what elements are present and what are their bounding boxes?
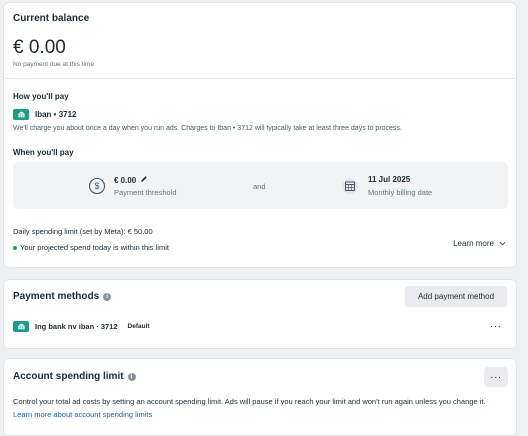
pencil-icon[interactable] <box>140 175 148 185</box>
payment-methods-title-row: Payment methods i <box>13 291 112 302</box>
spending-limit-more-button[interactable]: ··· <box>484 367 508 387</box>
svg-text:$: $ <box>94 181 99 191</box>
when-pay-heading: When you'll pay <box>13 148 74 157</box>
divider <box>4 78 518 79</box>
info-icon[interactable]: i <box>103 292 112 301</box>
bank-icon <box>13 109 29 120</box>
calendar-icon <box>341 177 359 195</box>
payment-methods-card: Payment methods i Add payment method Ing… <box>3 279 517 349</box>
daily-spending-limit: Daily spending limit (set by Meta): € 50… <box>13 227 153 236</box>
charge-description: We'll charge you about once a day when y… <box>13 125 402 132</box>
dollar-circle-icon: $ <box>88 177 106 195</box>
threshold-value: € 0.00 <box>114 175 137 185</box>
chevron-down-icon <box>499 239 506 248</box>
balance-title: Current balance <box>13 13 90 24</box>
spending-limit-card: Account spending limit i ··· Control you… <box>3 358 517 436</box>
spend-status: Your projected spend today is within thi… <box>13 243 169 252</box>
bank-icon <box>13 321 29 332</box>
threshold-label: Payment threshold <box>114 188 177 197</box>
and-connector: and <box>253 182 266 191</box>
billing-date: 11 Jul 2025 <box>368 175 411 184</box>
spending-limit-description: Control your total ad costs by setting a… <box>13 397 486 406</box>
payment-method-row: Iban • 3712 <box>13 109 77 120</box>
payment-methods-title: Payment methods <box>13 291 100 302</box>
info-icon[interactable]: i <box>127 372 136 381</box>
spending-limit-title: Account spending limit <box>13 371 124 382</box>
payment-method-more-button[interactable]: ··· <box>490 321 502 332</box>
status-dot <box>13 246 17 251</box>
threshold-value-row: € 0.00 <box>114 175 148 185</box>
balance-card: Current balance € 0.00 No payment due at… <box>3 2 518 268</box>
balance-amount: € 0.00 <box>13 37 66 58</box>
learn-more-button[interactable]: Learn more <box>453 239 506 248</box>
billing-label: Monthly billing date <box>368 188 433 197</box>
payment-method-name: Ing bank nv iban · 3712 <box>35 322 118 331</box>
default-badge: Default <box>127 323 150 330</box>
payment-method-item: Ing bank nv iban · 3712 Default <box>13 321 150 332</box>
spending-limit-learn-more-link[interactable]: Learn more about account spending limits <box>13 410 152 419</box>
balance-note: No payment due at this time. <box>13 61 96 68</box>
payment-schedule-box: $ € 0.00 Payment threshold and 11 Jul 20… <box>13 162 508 209</box>
add-payment-method-button[interactable]: Add payment method <box>405 286 507 307</box>
spending-limit-description-block: Control your total ad costs by setting a… <box>13 395 493 421</box>
payment-method-label: Iban • 3712 <box>35 110 77 119</box>
spend-status-text: Your projected spend today is within thi… <box>20 243 169 252</box>
how-pay-heading: How you'll pay <box>13 92 69 101</box>
spending-limit-title-row: Account spending limit i <box>13 371 136 382</box>
learn-more-label: Learn more <box>453 239 494 248</box>
